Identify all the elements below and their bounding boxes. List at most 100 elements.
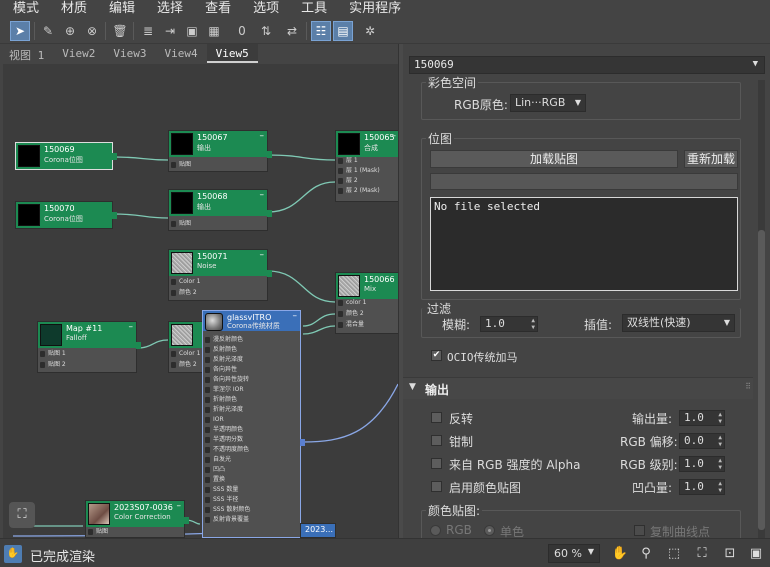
input-port[interactable]: SSS 散射颜色 xyxy=(203,506,300,514)
input-port[interactable]: 颜色 2 xyxy=(169,289,267,297)
input-port[interactable]: 层 1 (Mask) xyxy=(336,167,398,175)
tab-view2[interactable]: View2 xyxy=(53,44,104,63)
invert-checkbox[interactable] xyxy=(431,412,442,423)
input-port[interactable]: 贴图 2 xyxy=(38,361,136,369)
input-port[interactable]: 颜色 2 xyxy=(336,310,398,318)
clamp-checkbox[interactable] xyxy=(431,435,442,446)
input-port[interactable]: 凹凸 xyxy=(203,466,300,474)
menu-edit[interactable]: 编辑 xyxy=(96,0,144,18)
tab-view4[interactable]: View4 xyxy=(156,44,207,63)
material-id-icon[interactable]: 0 xyxy=(232,21,252,41)
collapse-icon[interactable]: – xyxy=(260,250,265,260)
navigator-icon[interactable]: ⛶ xyxy=(9,502,35,528)
input-port[interactable]: 各向异性 xyxy=(203,366,300,374)
go-parent-icon[interactable]: ⇅ xyxy=(256,21,276,41)
interp-dropdown[interactable]: 双线性(快速) ▼ xyxy=(622,314,735,332)
ocio-checkbox[interactable]: ✔ xyxy=(431,350,442,361)
menu-select[interactable]: 选择 xyxy=(144,0,192,18)
tab-view1[interactable]: 视图 1 xyxy=(0,44,53,63)
zoom-region-icon[interactable]: ⬚ xyxy=(665,545,683,563)
menu-view[interactable]: 查看 xyxy=(192,0,240,18)
delete-icon[interactable]: 🗑 xyxy=(110,21,130,41)
mono-radio[interactable] xyxy=(484,525,495,536)
node-150071[interactable]: 150071 Noise – Color 1 颜色 2 xyxy=(168,249,272,301)
enable-color-map-checkbox[interactable] xyxy=(431,481,442,492)
input-port[interactable]: 自发光 xyxy=(203,456,300,464)
input-port[interactable]: 置换 xyxy=(203,476,300,484)
output-port[interactable] xyxy=(112,153,117,160)
collapse-icon[interactable]: – xyxy=(129,322,134,332)
spinner-icon[interactable]: ▲ ▼ xyxy=(531,317,535,331)
node-2023-partial[interactable]: 2023... xyxy=(300,523,336,538)
output-port[interactable] xyxy=(112,212,117,219)
blur-field[interactable]: 1.0 ▲ ▼ xyxy=(480,316,538,332)
input-port[interactable]: SSS 半径 xyxy=(203,496,300,504)
rgb-radio[interactable] xyxy=(430,525,441,536)
go-sibling-icon[interactable]: ⇄ xyxy=(282,21,302,41)
input-port[interactable]: 反射背景覆盖 xyxy=(203,516,300,524)
zoom-dropdown[interactable]: 60 % ▼ xyxy=(548,544,600,563)
layout-icon[interactable]: ≣ xyxy=(138,21,158,41)
pick-icon[interactable]: ⊕ xyxy=(60,21,80,41)
input-port[interactable]: 贴图 xyxy=(169,220,267,228)
rgb-primaries-dropdown[interactable]: Lin···RGB ▼ xyxy=(510,94,586,112)
output-port[interactable] xyxy=(300,439,305,446)
input-port[interactable]: 贴图 xyxy=(86,528,184,536)
node-map11-falloff[interactable]: Map #11 Falloff – 贴图 1 贴图 2 xyxy=(37,321,141,373)
output-port[interactable] xyxy=(267,270,272,277)
input-port[interactable]: SSS 数量 xyxy=(203,486,300,494)
input-port[interactable]: 菲涅尔 IOR xyxy=(203,386,300,394)
menu-material[interactable]: 材质 xyxy=(48,0,96,18)
menu-mode[interactable]: 模式 xyxy=(0,0,48,18)
node-editor-canvas[interactable]: 150069 Corona位图 150070 Corona位图 150067 输… xyxy=(3,64,398,538)
input-port[interactable]: 层 2 xyxy=(336,177,398,185)
output-port[interactable] xyxy=(184,517,189,524)
load-map-button[interactable]: 加载贴图 xyxy=(430,150,678,168)
background-icon[interactable]: ▦ xyxy=(204,21,224,41)
material-name-dropdown[interactable]: 150069 ▼ xyxy=(409,56,765,74)
scrollbar-thumb[interactable] xyxy=(758,230,765,530)
input-port[interactable]: 半透明分数 xyxy=(203,436,300,444)
spinner-icon[interactable]: ▲ ▼ xyxy=(718,434,722,448)
spinner-icon[interactable]: ▲ ▼ xyxy=(718,411,722,425)
node-glassvitro[interactable]: glassvITRO Corona传统材质 – 漫反射颜色 反射颜色 反射光泽度… xyxy=(202,310,305,538)
node-150065[interactable]: 150065 合成 – 层 1 层 1 (Mask) 层 2 层 2 (Mask… xyxy=(335,130,398,202)
input-port[interactable]: 贴图 xyxy=(169,161,267,169)
input-port[interactable]: 反射光泽度 xyxy=(203,356,300,364)
input-port[interactable]: Color 1 xyxy=(169,278,267,286)
pick-multi-icon[interactable]: ⊗ xyxy=(82,21,102,41)
spinner-icon[interactable]: ▲ ▼ xyxy=(718,480,722,494)
show-map-icon[interactable]: ▣ xyxy=(182,21,202,41)
bump-amount-field[interactable]: 1.0 ▲ ▼ xyxy=(679,479,725,495)
output-port[interactable] xyxy=(136,342,141,349)
input-port[interactable]: 折射颜色 xyxy=(203,396,300,404)
node-150069[interactable]: 150069 Corona位图 xyxy=(15,142,117,170)
input-port[interactable]: 层 1 xyxy=(336,157,398,165)
node-150067[interactable]: 150067 输出 – 贴图 xyxy=(168,130,272,172)
output-port[interactable] xyxy=(267,151,272,158)
node-150070[interactable]: 150070 Corona位图 xyxy=(15,201,117,229)
node-150068[interactable]: 150068 输出 – 贴图 xyxy=(168,189,272,231)
input-port[interactable]: 混合量 xyxy=(336,321,398,329)
zoom-all-icon[interactable]: ▣ xyxy=(747,545,765,563)
alpha-from-rgb-checkbox[interactable] xyxy=(431,458,442,469)
select-arrow-icon[interactable]: ➤ xyxy=(10,21,30,41)
panel-scrollbar[interactable] xyxy=(758,80,765,538)
input-port[interactable]: 贴图 1 xyxy=(38,350,136,358)
node-color-correction[interactable]: 2023S07-0036 Color Correction – 贴图 xyxy=(85,500,189,538)
copy-curve-checkbox[interactable] xyxy=(634,525,645,536)
collapse-icon[interactable]: – xyxy=(392,131,397,141)
file-path-field[interactable] xyxy=(430,173,738,190)
node-150066[interactable]: 150066 Mix color 1 颜色 2 混合量 xyxy=(335,272,398,334)
collapse-icon[interactable]: – xyxy=(177,501,182,511)
collapse-icon[interactable]: – xyxy=(260,131,265,141)
reload-button[interactable]: 重新加载 xyxy=(684,150,738,168)
layout-all-icon[interactable]: ☷ xyxy=(311,21,331,41)
pan-icon[interactable]: ✋ xyxy=(611,545,629,563)
menu-utilities[interactable]: 实用程序 xyxy=(336,0,410,18)
output-section-header[interactable]: ▼ 输出 ⠿ xyxy=(403,377,753,399)
menu-options[interactable]: 选项 xyxy=(240,0,288,18)
spinner-icon[interactable]: ▲ ▼ xyxy=(718,457,722,471)
input-port[interactable]: 层 2 (Mask) xyxy=(336,187,398,195)
layout-children-icon[interactable]: ▤ xyxy=(333,21,353,41)
